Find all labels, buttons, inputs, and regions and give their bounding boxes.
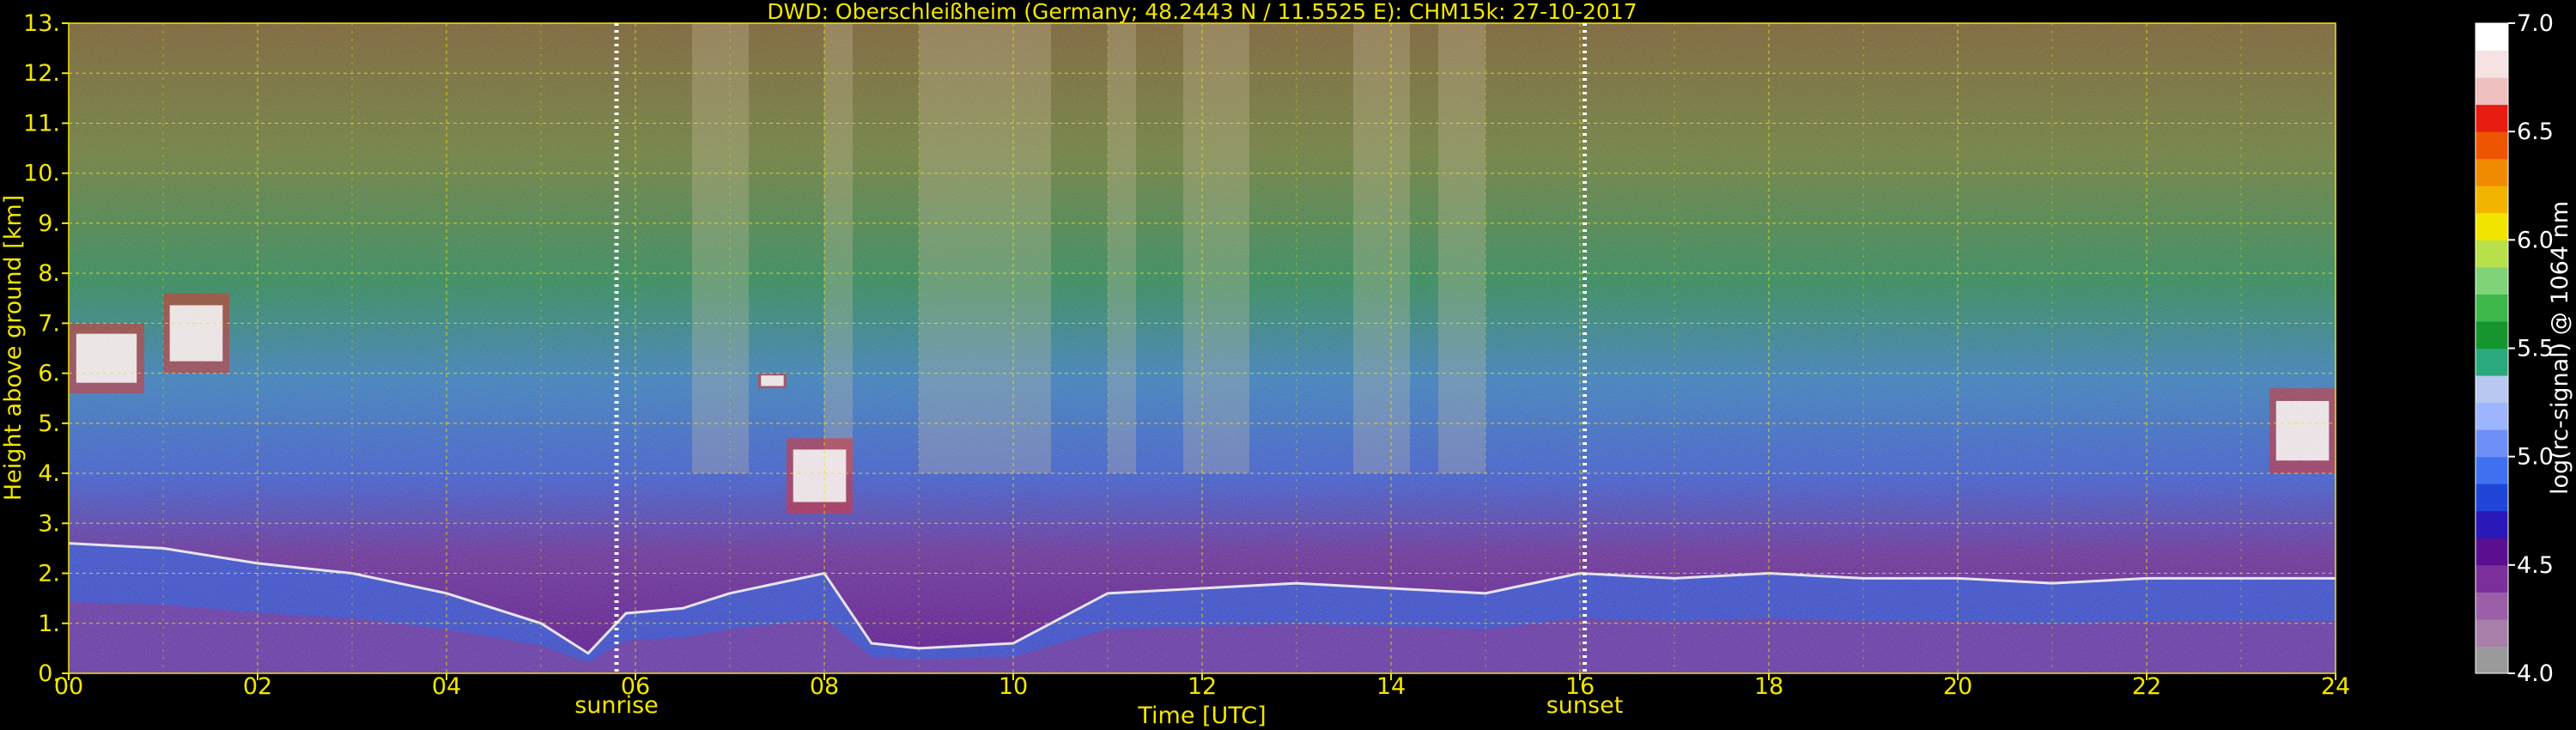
sun-label: sunset: [1546, 692, 1624, 719]
y-tick-label: 2.: [38, 561, 60, 587]
y-tick-label: 10.: [23, 161, 60, 187]
y-tick-label: 8.: [38, 260, 60, 287]
colorbar-swatch: [2476, 104, 2508, 132]
colorbar-swatch: [2476, 50, 2508, 78]
colorbar-swatch: [2476, 484, 2508, 512]
y-tick-label: 0.: [38, 660, 60, 687]
colorbar-swatch: [2476, 592, 2508, 620]
colorbar-swatch: [2476, 240, 2508, 268]
x-tick-label: 14: [1376, 673, 1406, 700]
colorbar-swatch: [2476, 320, 2508, 349]
x-tick-label: 12: [1188, 673, 1217, 700]
y-tick-label: 9.: [38, 210, 60, 237]
x-tick-label: 08: [810, 673, 839, 700]
x-tick-label: 04: [432, 673, 461, 700]
colorbar-swatch: [2476, 77, 2508, 106]
x-tick-label: 22: [2132, 673, 2161, 700]
y-tick-label: 1.: [38, 611, 60, 637]
colorbar-swatch: [2476, 402, 2508, 430]
colorbar-swatch: [2476, 564, 2508, 593]
colorbar-swatch: [2476, 158, 2508, 186]
colorbar-swatch: [2476, 646, 2508, 674]
colorbar-swatch: [2476, 538, 2508, 566]
x-tick-labels: 00 02 04 06 08 10 12 14 16 18 20 22 24: [54, 673, 2350, 700]
x-tick-label: 20: [1943, 673, 1972, 700]
colorbar-swatch: [2476, 375, 2508, 404]
chart-title: DWD: Oberschleißheim (Germany; 48.2443 N…: [767, 0, 1637, 24]
y-tick-label: 3.: [38, 510, 60, 537]
x-tick-label: 10: [999, 673, 1028, 700]
plot-area: [68, 22, 2336, 674]
colorbar-swatch: [2476, 456, 2508, 484]
y-tick-label: 6.: [38, 361, 60, 387]
y-tick-label: 5.: [38, 411, 60, 437]
sun-label: sunrise: [574, 692, 659, 719]
y-tick-label: 7.: [38, 310, 60, 337]
colorbar-swatch: [2476, 131, 2508, 160]
colorbar-swatch: [2476, 294, 2508, 322]
x-tick-label: 02: [243, 673, 272, 700]
x-tick-label: 18: [1754, 673, 1783, 700]
colorbar-swatch: [2476, 212, 2508, 240]
y-tick-label: 12.: [23, 60, 60, 87]
colorbar-swatch: [2476, 348, 2508, 376]
colorbar-tick-label: 4.5: [2517, 552, 2554, 579]
colorbar-swatch: [2476, 429, 2508, 458]
x-tick-label: 24: [2321, 673, 2350, 700]
sun-labels: sunrise sunset: [574, 692, 1623, 719]
colorbar-swatch: [2476, 618, 2508, 647]
colorbar: 4.04.55.05.56.06.57.0 log(rc-signal) @ 1…: [2475, 10, 2573, 687]
colorbar-label: log(rc-signal) @ 1064 nm: [2547, 201, 2573, 495]
colorbar-tick-label: 7.0: [2517, 10, 2554, 37]
colorbar-swatch: [2476, 266, 2508, 295]
colorbar-swatches: [2476, 23, 2508, 674]
ceilometer-chart: 00 02 04 06 08 10 12 14 16 18 20 22 24 0.1.2.3.4.5.6…: [0, 0, 2573, 729]
colorbar-swatch: [2476, 510, 2508, 538]
y-tick-label: 11.: [23, 110, 60, 137]
colorbar-tick-label: 4.0: [2517, 660, 2554, 687]
colorbar-swatch: [2476, 186, 2508, 214]
y-tick-labels: 0. 1. 2. 3. 4. 5. 6. 7. 8. 9. 10. 11. 12. 13.: [23, 10, 69, 687]
colorbar-tick-label: 6.5: [2517, 119, 2554, 145]
y-tick-label: 4.: [38, 460, 60, 487]
y-tick-label: 13.: [23, 10, 60, 37]
y-axis-label: Height above ground [km]: [0, 195, 27, 501]
x-axis-label: Time [UTC]: [1137, 703, 1266, 729]
colorbar-swatch: [2476, 23, 2508, 52]
